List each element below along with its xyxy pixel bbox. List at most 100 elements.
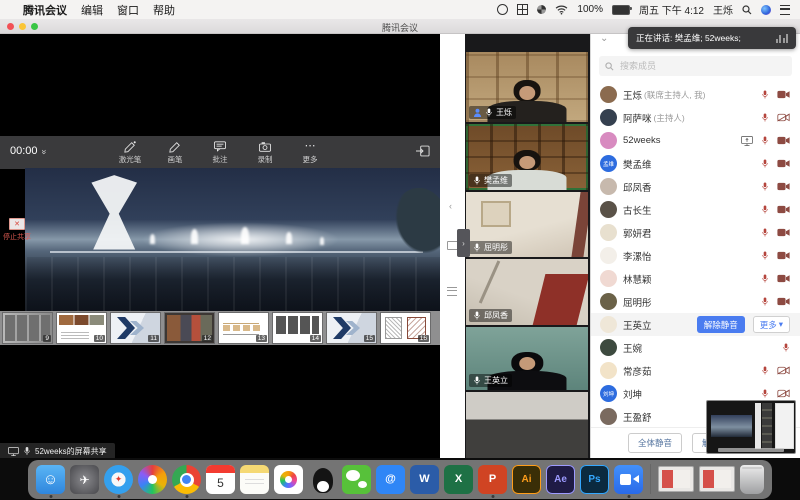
mic-muted-icon[interactable] (761, 181, 769, 192)
video-tile-wang-shuo[interactable]: 王烁 (466, 52, 588, 122)
dock-qq-icon[interactable] (308, 465, 337, 494)
video-tile-fan-mengwei[interactable]: 樊孟维 (466, 124, 588, 190)
camera-icon[interactable] (777, 182, 790, 191)
camera-off-icon[interactable] (777, 366, 790, 375)
chevron-left-icon[interactable]: ‹ (449, 201, 452, 211)
unmute-button[interactable]: 解除静音 (697, 316, 745, 333)
status-grid-icon[interactable] (517, 4, 528, 15)
stop-share-button[interactable]: ✕ 停止共享 (1, 218, 33, 242)
dock-meeting-icon[interactable] (614, 465, 643, 494)
menu-item-help[interactable]: 帮助 (153, 2, 175, 18)
menu-item-app[interactable]: 腾讯会议 (23, 2, 67, 18)
slide-thumbnail[interactable]: 11 (111, 313, 160, 343)
dock-docs-icon[interactable]: @ (376, 465, 405, 494)
camera-icon[interactable] (777, 90, 790, 99)
list-toggle-icon[interactable] (447, 287, 457, 296)
member-row-gu-changsheng[interactable]: 古长生 (591, 198, 800, 221)
menu-item-window[interactable]: 窗口 (117, 2, 139, 18)
mic-muted-icon[interactable] (761, 158, 769, 169)
slide-thumbnail[interactable]: 10 (57, 313, 106, 343)
video-tile-qu-mingtong[interactable]: 屈明彤 (466, 192, 588, 257)
mic-muted-icon[interactable] (761, 112, 769, 123)
member-row-lin-huiying[interactable]: 林慧颖 (591, 267, 800, 290)
status-circle-icon[interactable] (497, 4, 508, 15)
meeting-timer[interactable]: 00:00 » (10, 145, 46, 157)
more-button[interactable]: 更多▾ (753, 316, 790, 333)
input-source-icon[interactable] (537, 5, 546, 14)
slide-thumbnail[interactable]: 12 (165, 313, 214, 343)
wifi-icon[interactable] (555, 5, 568, 15)
dock-calendar-icon[interactable]: 5 (206, 465, 235, 494)
camera-icon[interactable] (777, 159, 790, 168)
dock-notes-icon[interactable] (240, 465, 269, 494)
camera-icon[interactable] (777, 136, 790, 145)
member-row-li-luoyi[interactable]: 李漯怡 (591, 244, 800, 267)
mic-muted-icon[interactable] (761, 250, 769, 261)
mic-muted-icon[interactable] (761, 388, 769, 399)
mic-muted-icon[interactable] (761, 296, 769, 307)
search-input[interactable] (618, 60, 786, 72)
dock-minimized-window-2[interactable] (699, 466, 735, 492)
menu-item-edit[interactable]: 编辑 (81, 2, 103, 18)
camera-off-icon[interactable] (777, 113, 790, 122)
control-center-icon[interactable] (780, 5, 790, 15)
slide-thumbnail[interactable]: 9 (3, 313, 52, 343)
slide-thumbnail[interactable]: 15 (327, 313, 376, 343)
dock-ppt-icon[interactable]: P (478, 465, 507, 494)
member-row-52weeks[interactable]: 52weeks (591, 129, 800, 152)
dock-ps-icon[interactable]: Ps (580, 465, 609, 494)
slide-thumbnail[interactable]: 13 (219, 313, 268, 343)
dock-finder-icon[interactable]: ☺ (36, 465, 65, 494)
dock-ai-icon[interactable]: Ai (512, 465, 541, 494)
camera-icon[interactable] (777, 251, 790, 260)
dock-safari-icon[interactable]: ✦ (104, 465, 133, 494)
slide-thumbnail[interactable]: 16 (381, 313, 430, 343)
camera-off-icon[interactable] (777, 389, 790, 398)
panel-expand-tab[interactable]: › (457, 229, 470, 257)
camera-icon[interactable] (777, 297, 790, 306)
menu-bar-user[interactable]: 王烁 (713, 2, 733, 17)
video-tile-empty[interactable] (466, 392, 588, 458)
member-row-guo-yanjun[interactable]: 郭妍君 (591, 221, 800, 244)
camera-icon[interactable] (777, 228, 790, 237)
dock-wechat-icon[interactable] (342, 465, 371, 494)
tool-pen[interactable]: 画笔 (159, 140, 191, 165)
camera-icon[interactable] (777, 274, 790, 283)
mic-muted-icon[interactable] (761, 273, 769, 284)
tool-annotate[interactable]: 批注 (204, 140, 236, 165)
dock-photos-icon[interactable] (274, 465, 303, 494)
dock-excel-icon[interactable]: X (444, 465, 473, 494)
dock-launchpad-icon[interactable]: ✈ (70, 465, 99, 494)
dock-word-icon[interactable]: W (410, 465, 439, 494)
mute-all-button[interactable]: 全体静音 (628, 433, 682, 453)
mic-muted-icon[interactable] (761, 204, 769, 215)
spotlight-search-icon[interactable] (742, 5, 752, 15)
member-row-qiu-fengxiang[interactable]: 邱凤香 (591, 175, 800, 198)
member-row-chang-yanru[interactable]: 常彦茹 (591, 359, 800, 382)
tool-record[interactable]: 录制 (249, 140, 281, 165)
slide-thumbnail[interactable]: 14 (273, 313, 322, 343)
dock-minimized-window-1[interactable] (658, 466, 694, 492)
video-tile-qiu-fengxiang[interactable]: 邱凤香 (466, 259, 588, 325)
screen-share-pip-preview[interactable] (706, 400, 796, 454)
dock-chrome-icon[interactable] (172, 465, 201, 494)
dock-trash-icon[interactable] (740, 465, 764, 494)
dock-browser-icon[interactable] (138, 465, 167, 494)
member-row-a-sa-mi[interactable]: 阿萨咪(主持人) (591, 106, 800, 129)
mic-muted-icon[interactable] (761, 365, 769, 376)
siri-icon[interactable] (761, 5, 771, 15)
member-row-fan-mengwei[interactable]: 孟维樊孟维 (591, 152, 800, 175)
tool-more[interactable]: ⋯更多 (294, 140, 326, 165)
member-row-qu-mingtong[interactable]: 屈明彤 (591, 290, 800, 313)
member-row-wang-yingli[interactable]: 王英立解除静音更多▾ (591, 313, 800, 336)
exit-fullscreen-icon[interactable] (416, 145, 430, 157)
tool-laser[interactable]: 激光笔 (114, 140, 146, 165)
mic-muted-icon[interactable] (761, 227, 769, 238)
member-row-wang-shuo[interactable]: 王烁(联席主持人, 我) (591, 83, 800, 106)
mic-muted-icon[interactable] (761, 135, 769, 146)
member-row-wang-wan[interactable]: 王婉 (591, 336, 800, 359)
mic-muted-icon[interactable] (782, 342, 790, 353)
menu-bar-clock[interactable]: 周五 下午 4:12 (639, 2, 704, 17)
dock-ae-icon[interactable]: Ae (546, 465, 575, 494)
camera-icon[interactable] (777, 205, 790, 214)
